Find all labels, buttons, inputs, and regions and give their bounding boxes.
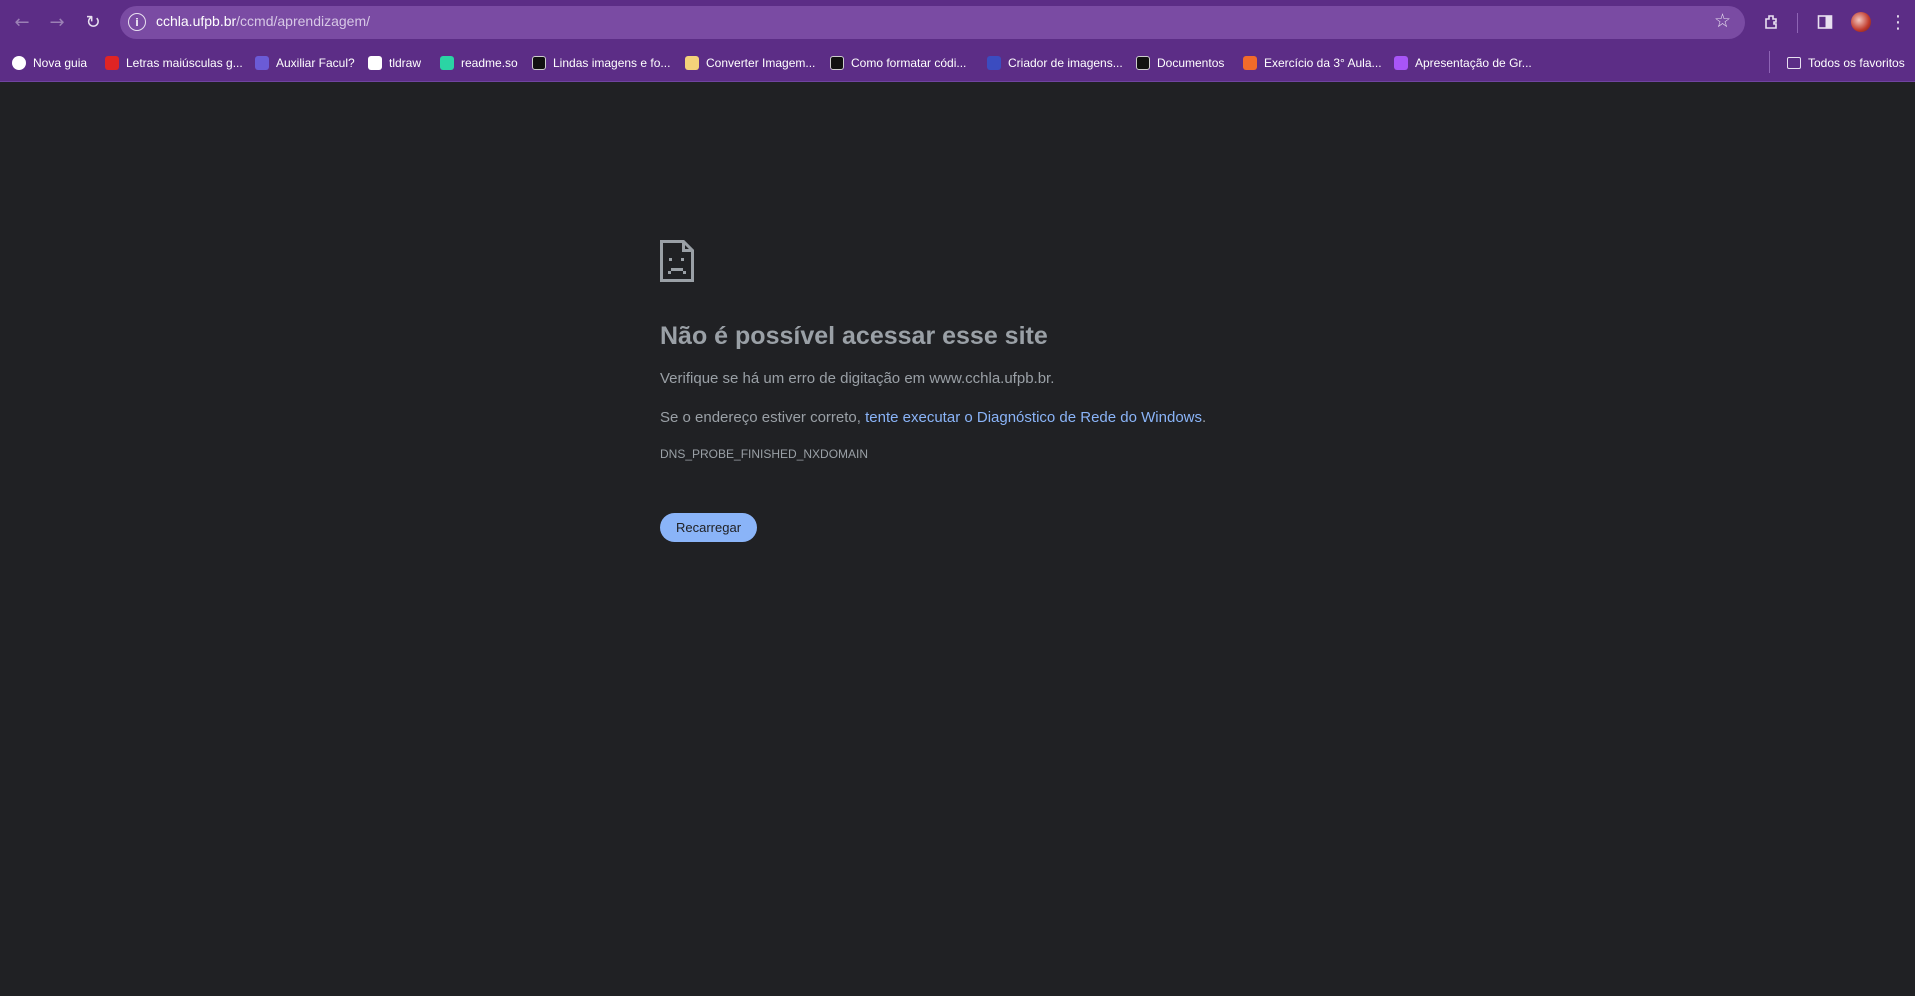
address-bar[interactable]: i cchla.ufpb.br/ccmd/aprendizagem/ ☆	[120, 6, 1745, 39]
bookmark-favicon	[532, 56, 546, 70]
bookmark-item[interactable]: readme.so	[440, 51, 518, 75]
bookmark-favicon	[1243, 56, 1257, 70]
bookmark-item[interactable]: Apresentação de Gr...	[1394, 51, 1532, 75]
site-info-icon[interactable]: i	[128, 13, 146, 31]
network-diagnostics-link[interactable]: tente executar o Diagnóstico de Rede do …	[865, 409, 1202, 426]
bookmark-favicon	[987, 56, 1001, 70]
bookmarks-divider	[1769, 51, 1770, 73]
profile-avatar[interactable]	[1851, 12, 1871, 32]
error-title: Não é possível acessar esse site	[660, 322, 1048, 350]
bookmark-item[interactable]: Nova guia	[12, 51, 87, 75]
bookmark-item[interactable]: Documentos	[1136, 51, 1224, 75]
browser-toolbar: ← → ↻ i cchla.ufpb.br/ccmd/aprendizagem/…	[0, 0, 1915, 45]
all-favorites-button[interactable]: Todos os favoritos	[1787, 51, 1905, 75]
back-icon[interactable]: ←	[9, 9, 35, 35]
bookmark-item[interactable]: Converter Imagem...	[685, 51, 815, 75]
bookmark-star-icon[interactable]: ☆	[1714, 10, 1731, 32]
side-panel-icon[interactable]	[1813, 10, 1837, 34]
bookmark-favicon	[368, 56, 382, 70]
reload-button[interactable]: Recarregar	[660, 513, 758, 542]
bookmarks-bar: Nova guia Letras maiúsculas g... Auxilia…	[0, 45, 1915, 82]
bookmark-item[interactable]: Letras maiúsculas g...	[105, 51, 243, 75]
bookmark-favicon	[440, 56, 454, 70]
url-text[interactable]: cchla.ufpb.br/ccmd/aprendizagem/	[156, 13, 370, 29]
sad-document-icon	[660, 240, 694, 282]
forward-icon[interactable]: →	[44, 9, 70, 35]
error-page: Não é possível acessar esse site Verifiq…	[660, 240, 1300, 542]
bookmark-favicon	[1394, 56, 1408, 70]
reload-icon[interactable]: ↻	[80, 9, 106, 35]
bookmark-item[interactable]: tldraw	[368, 51, 421, 75]
menu-icon[interactable]: ⋮	[1886, 10, 1910, 34]
bookmark-favicon	[105, 56, 119, 70]
bookmark-item[interactable]: Auxiliar Facul?	[255, 51, 355, 75]
folder-icon	[1787, 57, 1801, 69]
error-hint-typo: Verifique se há um erro de digitação em …	[660, 370, 1055, 387]
bookmark-favicon	[255, 56, 269, 70]
bookmark-item[interactable]: Criador de imagens...	[987, 51, 1123, 75]
error-code: DNS_PROBE_FINISHED_NXDOMAIN	[660, 447, 869, 461]
bookmark-item[interactable]: Exercício da 3° Aula...	[1243, 51, 1382, 75]
toolbar-divider	[1797, 13, 1798, 33]
bookmark-favicon	[685, 56, 699, 70]
error-hint-diagnostics: Se o endereço estiver correto, tente exe…	[660, 409, 1207, 426]
bookmark-item[interactable]: Como formatar códi...	[830, 51, 966, 75]
extensions-icon[interactable]	[1760, 10, 1784, 34]
bookmark-favicon	[830, 56, 844, 70]
bookmark-item[interactable]: Lindas imagens e fo...	[532, 51, 670, 75]
bookmark-favicon	[1136, 56, 1150, 70]
globe-icon	[12, 56, 26, 70]
